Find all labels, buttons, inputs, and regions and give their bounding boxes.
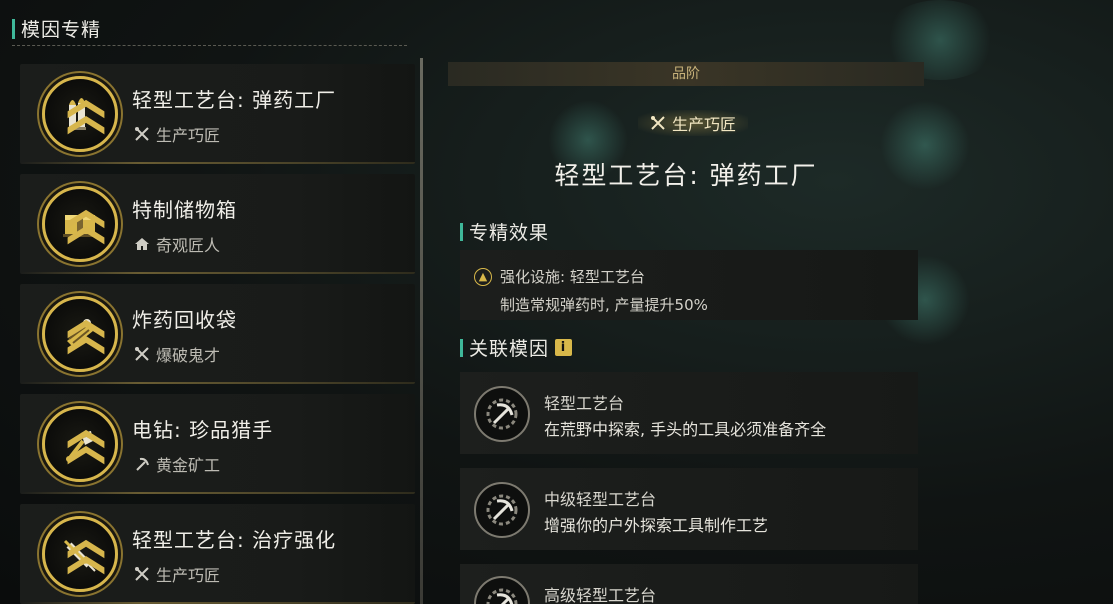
meme-medal <box>42 76 118 152</box>
meme-category: 黄金矿工 <box>134 452 220 476</box>
meme-category: 奇观匠人 <box>134 232 220 256</box>
upgrade-arrow-icon: ▲ <box>474 267 492 286</box>
meme-medal <box>42 186 118 262</box>
related-section-title: 关联模因 i <box>460 334 573 361</box>
gene-icon <box>474 386 530 442</box>
meme-card[interactable]: 轻型工艺台: 治疗强化 生产巧匠 <box>20 504 415 604</box>
rank-chevron-icon <box>67 539 105 575</box>
panel-title: 模因专精 <box>21 19 102 41</box>
pickaxe-icon <box>136 457 149 471</box>
effect-section-title: 专精效果 <box>460 218 549 245</box>
crossed-tools-icon <box>651 116 665 130</box>
gene-name: 轻型工艺台 <box>544 394 625 413</box>
pickaxe-gear-icon <box>486 398 518 430</box>
section-accent-bar <box>460 338 463 357</box>
meme-name: 电钻: 珍品猎手 <box>132 418 274 442</box>
meme-category-label: 生产巧匠 <box>156 126 221 145</box>
crossed-tools-icon <box>135 567 149 581</box>
effect-line-1: ▲ 强化设施: 轻型工艺台 <box>474 266 645 287</box>
meme-card[interactable]: 特制储物箱 奇观匠人 <box>20 174 415 274</box>
gene-icon <box>474 576 530 604</box>
meme-category-label: 黄金矿工 <box>156 456 221 475</box>
rank-chevron-icon <box>67 429 105 465</box>
rank-chevron-icon <box>67 319 105 355</box>
gene-icon <box>474 482 530 538</box>
effect-box: ▲ 强化设施: 轻型工艺台 制造常规弹药时, 产量提升50% <box>460 250 918 320</box>
related-gene-card[interactable]: 中级轻型工艺台 增强你的户外探索工具制作工艺 <box>460 468 918 550</box>
rank-chevron-icon <box>67 99 105 135</box>
header-accent-bar <box>12 18 15 39</box>
meme-list[interactable]: 轻型工艺台: 弹药工厂 生产巧匠 特制储物箱 奇观匠人 炸药回收袋 爆破鬼才 电… <box>20 64 415 604</box>
detail-panel: 品阶 生产巧匠 轻型工艺台: 弹药工厂 专精效果 ▲ 强化设施: 轻型工艺台 制… <box>448 62 924 604</box>
meme-category: 生产巧匠 <box>134 562 220 586</box>
related-gene-card[interactable]: 轻型工艺台 在荒野中探索, 手头的工具必须准备齐全 <box>460 372 918 454</box>
meme-card[interactable]: 电钻: 珍品猎手 黄金矿工 <box>20 394 415 494</box>
section-accent-bar <box>460 222 463 241</box>
gene-name: 高级轻型工艺台 <box>544 586 657 604</box>
meme-category-label: 生产巧匠 <box>156 566 221 585</box>
meme-name: 特制储物箱 <box>132 198 237 222</box>
meme-card[interactable]: 炸药回收袋 爆破鬼才 <box>20 284 415 384</box>
crossed-tools-icon <box>135 347 149 361</box>
meme-medal <box>42 296 118 372</box>
house-icon <box>135 238 149 250</box>
related-gene-card[interactable]: 高级轻型工艺台 <box>460 564 918 604</box>
effect-section-label: 专精效果 <box>469 222 550 244</box>
meme-name: 轻型工艺台: 弹药工厂 <box>132 88 337 112</box>
related-section-label: 关联模因 <box>469 338 550 360</box>
pickaxe-gear-icon <box>486 494 518 526</box>
info-icon[interactable]: i <box>555 339 573 356</box>
meme-category-label: 爆破鬼才 <box>156 346 221 365</box>
grade-label: 品阶 <box>448 62 924 86</box>
gene-name: 中级轻型工艺台 <box>544 490 657 509</box>
effect-line-2: 制造常规弹药时, 产量提升50% <box>500 296 708 314</box>
pickaxe-gear-icon <box>486 588 518 604</box>
scrollbar[interactable] <box>420 58 423 604</box>
gene-desc: 增强你的户外探索工具制作工艺 <box>544 516 769 535</box>
meme-category: 生产巧匠 <box>134 122 220 146</box>
category-tag: 生产巧匠 <box>638 110 749 136</box>
gene-desc: 在荒野中探索, 手头的工具必须准备齐全 <box>544 420 827 439</box>
category-tag-label: 生产巧匠 <box>672 115 737 134</box>
rank-chevron-icon <box>67 209 105 245</box>
effect-line-1-text: 强化设施: 轻型工艺台 <box>500 268 645 286</box>
detail-title: 轻型工艺台: 弹药工厂 <box>554 161 818 190</box>
meme-medal <box>42 516 118 592</box>
crossed-tools-icon <box>135 127 149 141</box>
meme-name: 炸药回收袋 <box>132 308 237 332</box>
meme-category-label: 奇观匠人 <box>156 236 221 255</box>
meme-name: 轻型工艺台: 治疗强化 <box>132 528 337 552</box>
panel-header: 模因专精 <box>12 12 407 46</box>
meme-card[interactable]: 轻型工艺台: 弹药工厂 生产巧匠 <box>20 64 415 164</box>
meme-category: 爆破鬼才 <box>134 342 220 366</box>
meme-medal <box>42 406 118 482</box>
